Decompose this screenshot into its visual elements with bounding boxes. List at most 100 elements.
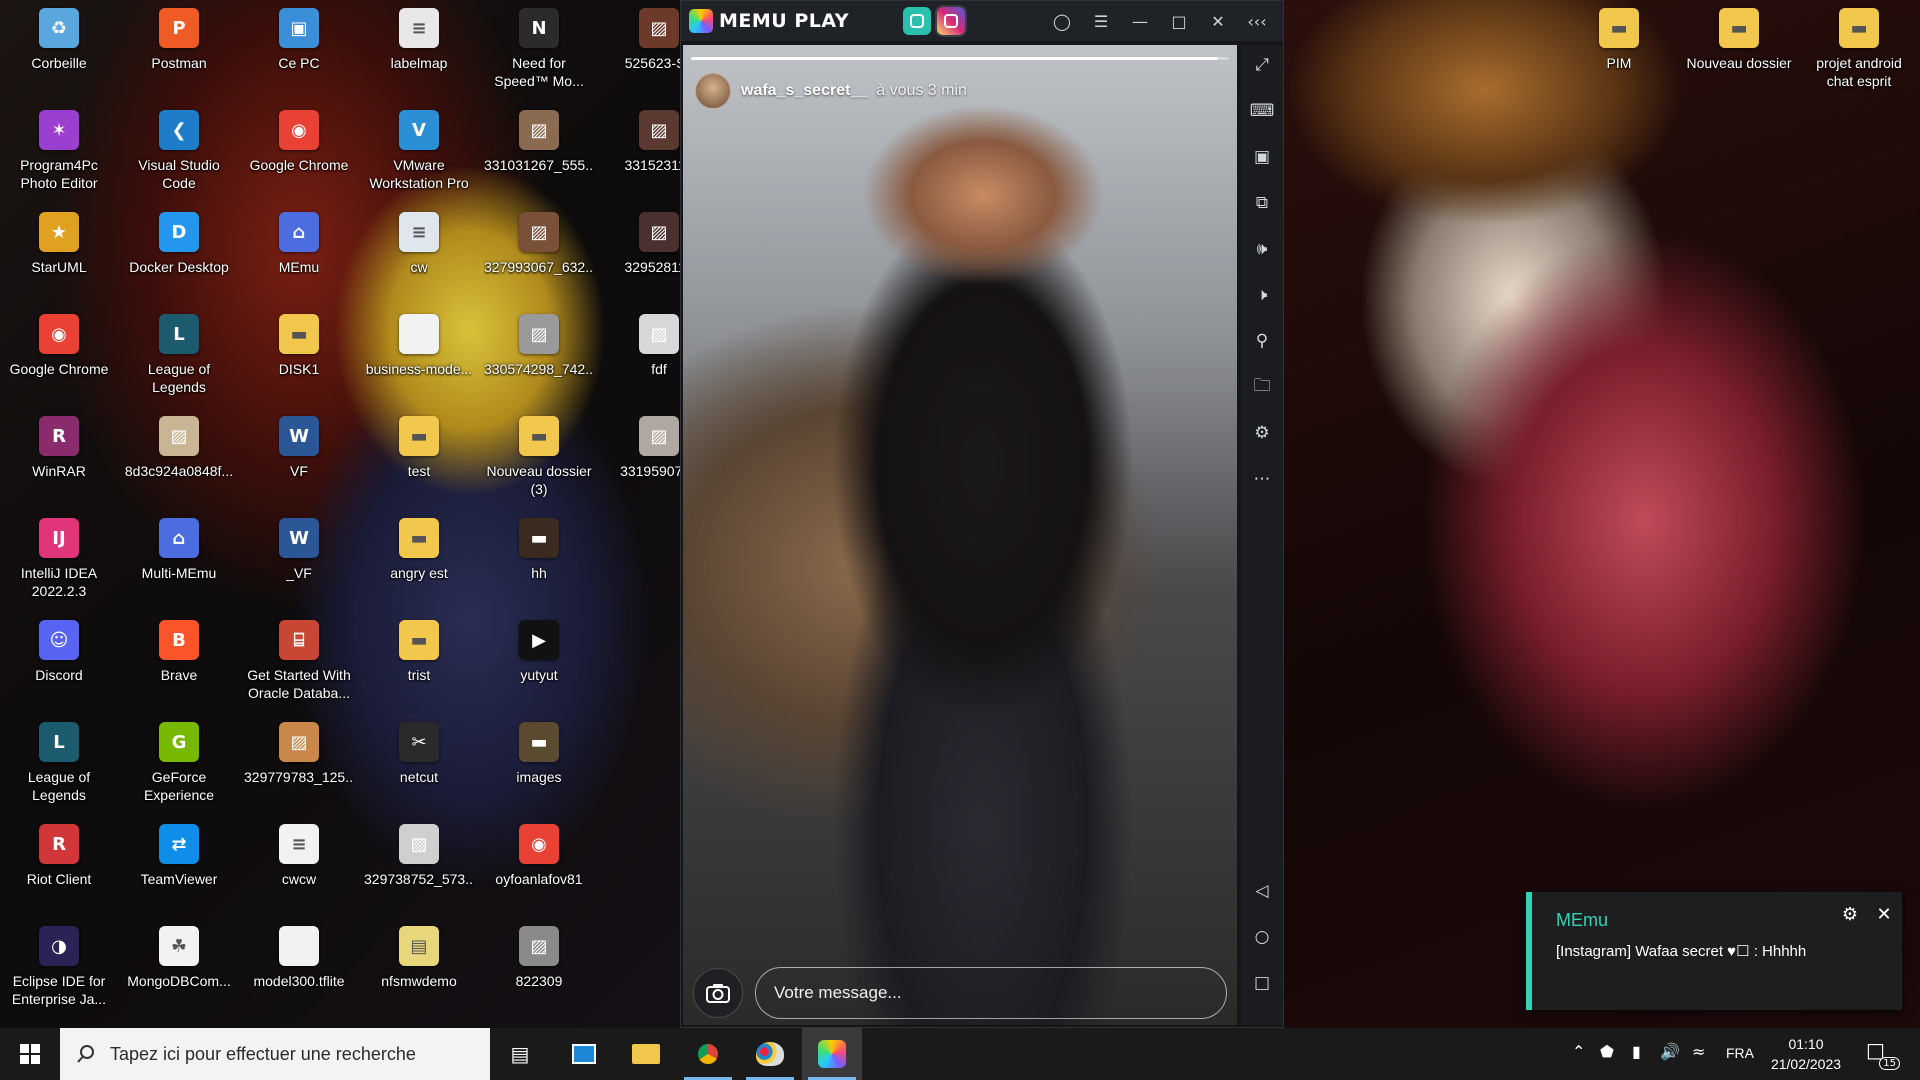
desktop-icon[interactable]: ✂ netcut: [364, 722, 474, 786]
desktop-icon[interactable]: ▨ 329738752_573...: [364, 824, 474, 888]
memu-tray-icon[interactable]: ⬟: [1600, 1042, 1614, 1061]
desktop-icon[interactable]: G GeForce Experience: [124, 722, 234, 804]
desktop-icon[interactable]: P Postman: [124, 8, 234, 72]
desktop-icon[interactable]: ★ StarUML: [4, 212, 114, 276]
desktop-icon[interactable]: ⇄ TeamViewer: [124, 824, 234, 888]
folder-button[interactable]: 🗀: [1248, 373, 1276, 401]
instagram-story-view[interactable]: wafa_s_secret__ à vous 3 min: [683, 45, 1237, 1025]
desktop-icon[interactable]: ◉ oyfoanlafov81: [484, 824, 594, 888]
action-center-button[interactable]: □ 15: [1866, 1038, 1902, 1070]
battery-icon[interactable]: ▮: [1632, 1042, 1641, 1061]
desktop-icon[interactable]: ☘ MongoDBCom...: [124, 926, 234, 990]
desktop-icon[interactable]: ▬ Nouveau dossier (3): [484, 416, 594, 498]
search-input[interactable]: [110, 1043, 470, 1065]
desktop-icon[interactable]: ▬ hh: [484, 518, 594, 582]
settings-button[interactable]: ⚙: [1248, 419, 1276, 447]
desktop-icon[interactable]: ▨ 330574298_742...: [484, 314, 594, 378]
account-button[interactable]: ◯: [1048, 7, 1076, 35]
story-username[interactable]: wafa_s_secret__: [741, 82, 868, 100]
keyboard-button[interactable]: ⌨: [1248, 97, 1276, 125]
desktop-icon[interactable]: ❮ Visual Studio Code: [124, 110, 234, 192]
notification-toast[interactable]: MEmu [Instagram] Wafaa secret ♥☐ : Hhhhh…: [1526, 892, 1902, 1010]
memu-home-tab[interactable]: [903, 7, 931, 35]
wifi-icon[interactable]: ≈: [1692, 1042, 1705, 1061]
minimize-button[interactable]: —: [1126, 7, 1154, 35]
location-button[interactable]: ⚲: [1248, 327, 1276, 355]
desktop-icon[interactable]: ▬ trist: [364, 620, 474, 684]
desktop-icon[interactable]: B Brave: [124, 620, 234, 684]
avatar[interactable]: [695, 73, 731, 109]
desktop-icon[interactable]: L League of Legends: [4, 722, 114, 804]
desktop-icon[interactable]: ⌂ MEmu: [244, 212, 354, 276]
desktop-icon[interactable]: R Riot Client: [4, 824, 114, 888]
collapse-sidebar-button[interactable]: ‹‹‹: [1243, 7, 1271, 35]
desktop-icon[interactable]: ✶ Program4Pc Photo Editor: [4, 110, 114, 192]
desktop-icon[interactable]: ☺ Discord: [4, 620, 114, 684]
desktop-icon[interactable]: ≡ cwcw: [244, 824, 354, 888]
volume-down-button[interactable]: 🕨: [1248, 281, 1276, 309]
desktop-icon[interactable]: L League of Legends: [124, 314, 234, 396]
file-explorer-button[interactable]: [616, 1028, 676, 1080]
desktop-icon[interactable]: ▨ 822309: [484, 926, 594, 990]
desktop-icon[interactable]: V VMware Workstation Pro: [364, 110, 474, 192]
desktop-icon[interactable]: ⌸ Get Started With Oracle Databa...: [244, 620, 354, 702]
desktop-icon[interactable]: ▨ 329779783_125...: [244, 722, 354, 786]
desktop-icon[interactable]: ▨ 327993067_632...: [484, 212, 594, 276]
desktop-icon[interactable]: ◉ Google Chrome: [4, 314, 114, 378]
desktop-icon[interactable]: IJ IntelliJ IDEA 2022.2.3: [4, 518, 114, 600]
multi-window-button[interactable]: ⧉: [1248, 189, 1276, 217]
more-button[interactable]: ⋯: [1248, 465, 1276, 493]
store-button[interactable]: [554, 1028, 614, 1080]
desktop-icon[interactable]: D Docker Desktop: [124, 212, 234, 276]
apk-button[interactable]: ▣: [1248, 143, 1276, 171]
desktop-icon[interactable]: W _VF: [244, 518, 354, 582]
desktop-icon[interactable]: ▨ 331031267_555...: [484, 110, 594, 174]
desktop-icon[interactable]: ▬ images: [484, 722, 594, 786]
desktop-icon[interactable]: ▶ yutyut: [484, 620, 594, 684]
desktop-icon[interactable]: ♻ Corbeille: [4, 8, 114, 72]
desktop-icon[interactable]: ▬ DISK1: [244, 314, 354, 378]
desktop-icon[interactable]: W VF: [244, 416, 354, 480]
paint-taskbar-button[interactable]: [740, 1028, 800, 1080]
close-button[interactable]: ✕: [1204, 7, 1232, 35]
message-input[interactable]: [755, 967, 1227, 1019]
show-hidden-icons-button[interactable]: ⌃: [1572, 1042, 1585, 1061]
android-home-button[interactable]: ○: [1248, 923, 1276, 951]
volume-icon[interactable]: 🔊: [1660, 1042, 1680, 1061]
start-button[interactable]: [0, 1028, 60, 1080]
desktop-icon[interactable]: ≡ cw: [364, 212, 474, 276]
camera-button[interactable]: [693, 968, 743, 1018]
taskbar-search[interactable]: [60, 1028, 490, 1080]
clock[interactable]: 01:10 21/02/2023: [1766, 1034, 1846, 1074]
desktop-icon[interactable]: ▣ Ce PC: [244, 8, 354, 72]
desktop-icon[interactable]: ▬ Nouveau dossier: [1684, 8, 1794, 72]
volume-up-button[interactable]: 🕪: [1248, 235, 1276, 263]
menu-button[interactable]: ☰: [1087, 7, 1115, 35]
notification-settings-button[interactable]: ⚙: [1836, 900, 1864, 928]
task-view-button[interactable]: ▤: [490, 1028, 550, 1080]
desktop-icon[interactable]: ▨ 8d3c924a0848f...: [124, 416, 234, 480]
instagram-tab[interactable]: [935, 5, 967, 37]
desktop-icon[interactable]: R WinRAR: [4, 416, 114, 480]
recents-button[interactable]: □: [1248, 969, 1276, 997]
maximize-button[interactable]: □: [1165, 7, 1193, 35]
desktop-icon[interactable]: ◉ Google Chrome: [244, 110, 354, 174]
chrome-taskbar-button[interactable]: [678, 1028, 738, 1080]
notification-close-button[interactable]: ✕: [1870, 900, 1898, 928]
desktop-icon[interactable]: ▬ projet android chat esprit: [1804, 8, 1914, 90]
desktop-icon[interactable]: ▤ nfsmwdemo: [364, 926, 474, 990]
desktop-icon[interactable]: ≡ labelmap: [364, 8, 474, 72]
desktop-icon[interactable]: model300.tflite: [244, 926, 354, 990]
desktop-icon[interactable]: ▬ PIM: [1564, 8, 1674, 72]
desktop-icon[interactable]: N Need for Speed™ Mo...: [484, 8, 594, 90]
memu-title-bar[interactable]: MEMU PLAY ◯ ☰ — □ ✕ ‹‹‹: [681, 1, 1283, 41]
fullscreen-button[interactable]: ⤢: [1248, 51, 1276, 79]
input-language[interactable]: FRA: [1726, 1045, 1754, 1061]
desktop-icon[interactable]: ▬ angry est: [364, 518, 474, 582]
desktop-icon[interactable]: ◑ Eclipse IDE for Enterprise Ja...: [4, 926, 114, 1008]
desktop-icon[interactable]: ⌂ Multi-MEmu: [124, 518, 234, 582]
back-button[interactable]: ◁: [1248, 877, 1276, 905]
desktop-icon[interactable]: ▬ test: [364, 416, 474, 480]
desktop-icon[interactable]: business-mode...: [364, 314, 474, 378]
memu-taskbar-button[interactable]: [802, 1028, 862, 1080]
